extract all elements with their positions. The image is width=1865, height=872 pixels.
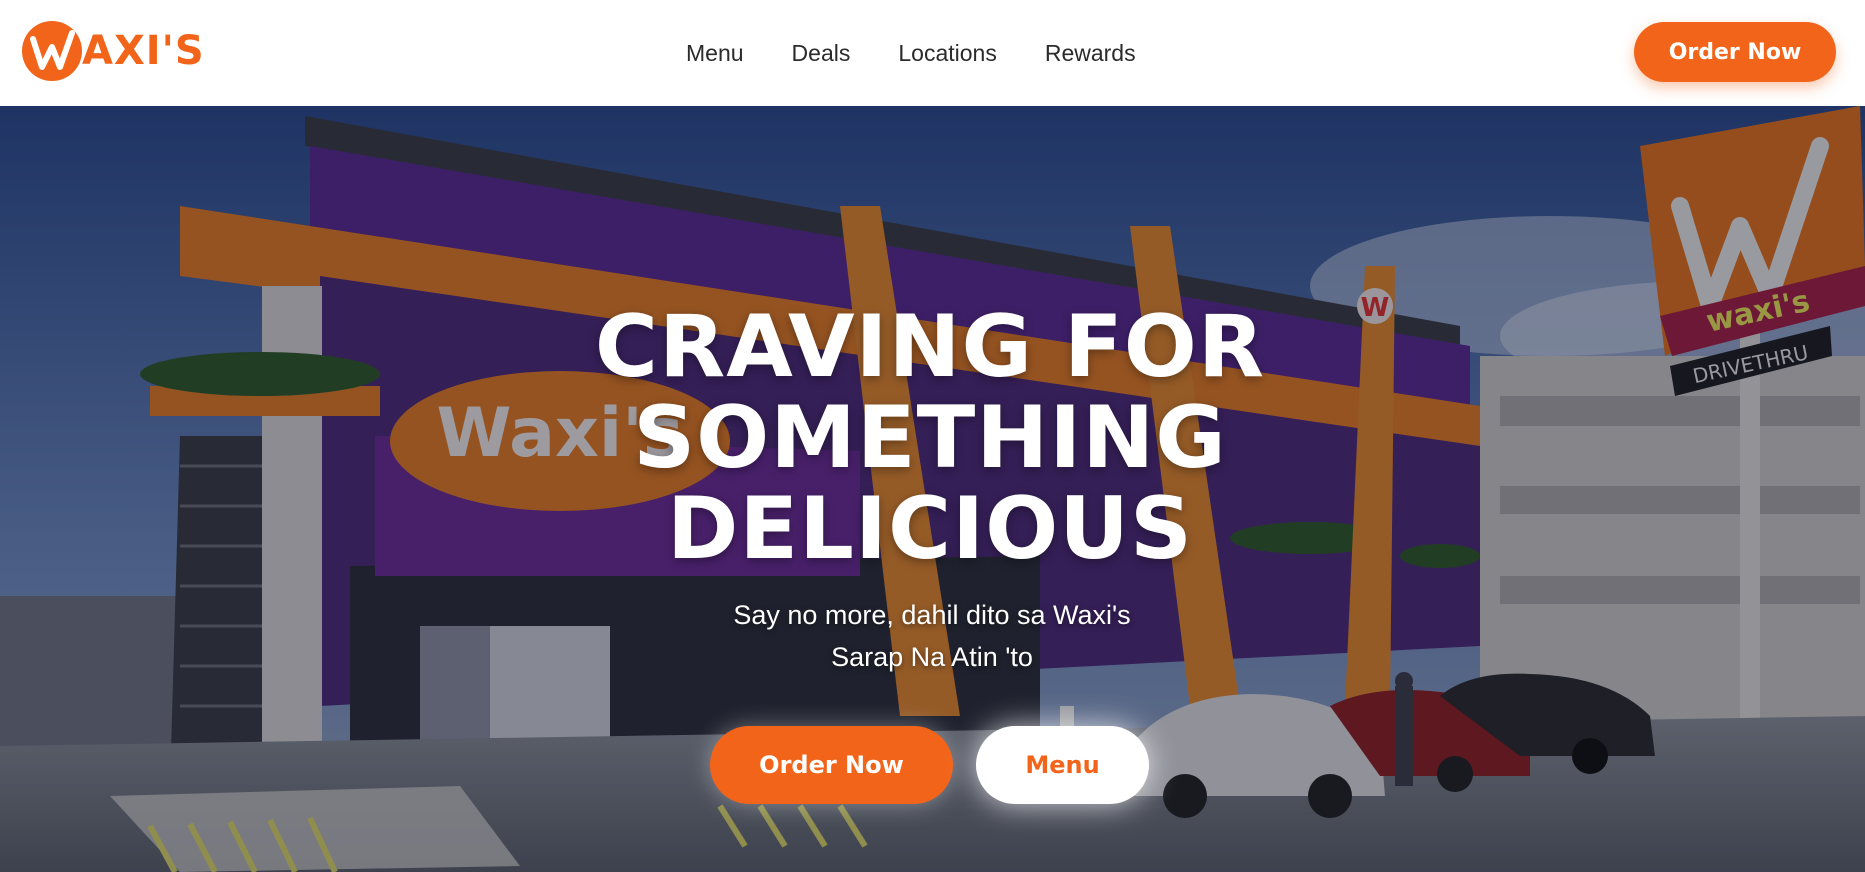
subtitle-line-2: Sarap Na Atin 'to	[831, 642, 1033, 672]
headline-line-3: DELICIOUS	[667, 479, 1193, 579]
hero-order-now-button[interactable]: Order Now	[710, 726, 953, 804]
hero-section: W Waxi's waxi's DRIVETHRU CRAVING FOR SO…	[0, 106, 1865, 872]
main-nav: Menu Deals Locations Rewards	[686, 0, 1136, 106]
site-header: AXI'S Menu Deals Locations Rewards Order…	[0, 0, 1865, 106]
logo-wordmark: AXI'S	[82, 28, 205, 74]
nav-link-locations[interactable]: Locations	[898, 40, 996, 67]
nav-link-menu[interactable]: Menu	[686, 40, 744, 67]
hero-menu-button[interactable]: Menu	[976, 726, 1149, 804]
waxis-logo[interactable]: AXI'S	[22, 20, 205, 82]
hero-headline: CRAVING FOR SOMETHING DELICIOUS	[480, 302, 1380, 575]
headline-line-1: CRAVING FOR	[594, 297, 1266, 397]
hero-subtitle: Say no more, dahil dito sa Waxi's Sarap …	[632, 594, 1232, 678]
subtitle-line-1: Say no more, dahil dito sa Waxi's	[733, 600, 1131, 630]
header-order-now-button[interactable]: Order Now	[1634, 22, 1836, 82]
headline-line-2: SOMETHING	[633, 388, 1227, 488]
nav-link-deals[interactable]: Deals	[792, 40, 851, 67]
nav-link-rewards[interactable]: Rewards	[1045, 40, 1136, 67]
hero-content: CRAVING FOR SOMETHING DELICIOUS Say no m…	[0, 106, 1865, 872]
waxis-w-logo-icon	[22, 21, 82, 81]
